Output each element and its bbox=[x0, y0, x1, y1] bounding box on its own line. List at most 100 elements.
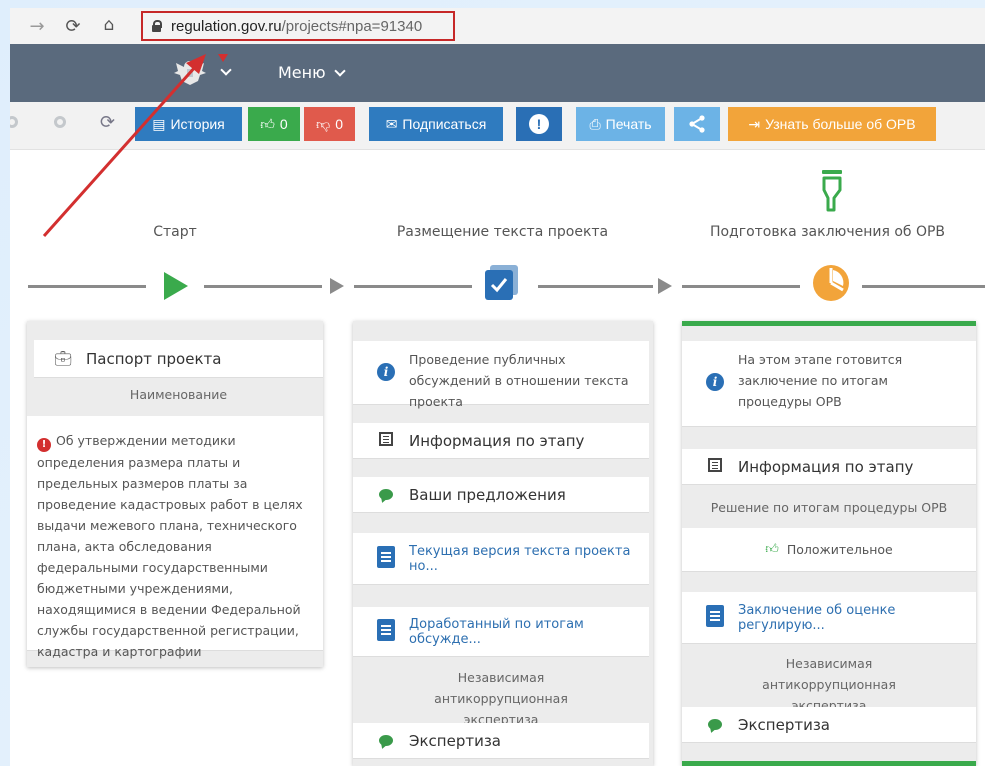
timeline-arrow bbox=[658, 278, 672, 294]
decision-caption: Решение по итогам процедуры ОРВ bbox=[710, 500, 948, 515]
info-icon: i bbox=[377, 363, 395, 381]
doc-revised-version-label: Доработанный по итогам обсужде... bbox=[409, 616, 584, 647]
document-icon bbox=[377, 618, 395, 641]
subscribe-envelope-icon: ✉ bbox=[385, 115, 398, 132]
expertise-label: Экспертиза bbox=[738, 715, 830, 734]
pie-chart-icon[interactable] bbox=[812, 264, 850, 302]
timeline-line bbox=[538, 285, 653, 288]
checkbox-document-icon[interactable] bbox=[485, 265, 519, 301]
menu-button[interactable]: Меню bbox=[278, 63, 346, 82]
print-label: Печать bbox=[605, 116, 652, 132]
dislike-count: 0 bbox=[335, 116, 343, 132]
timeline-line bbox=[28, 285, 146, 288]
project-description: Об утверждении методики определения разм… bbox=[37, 433, 303, 659]
document-icon bbox=[706, 604, 724, 627]
stage-title-orv-conclusion: Подготовка заключения об ОРВ bbox=[709, 224, 946, 240]
thumbs-up-icon: 👍︎ bbox=[260, 115, 275, 132]
learn-more-button[interactable]: ⇥ Узнать больше об ОРВ bbox=[728, 107, 936, 141]
proposals-link[interactable]: Ваши предложения bbox=[353, 477, 649, 513]
stage-info-text: На этом этапе готовится заключение по ит… bbox=[738, 352, 903, 409]
chevron-down-icon bbox=[333, 64, 346, 77]
sign-in-icon: ⇥ bbox=[748, 115, 761, 132]
history-button[interactable]: ▤ История bbox=[135, 107, 242, 141]
history-label: История bbox=[170, 116, 225, 132]
forward-circle-icon[interactable] bbox=[54, 116, 66, 128]
menu-label: Меню bbox=[278, 63, 326, 82]
print-button[interactable]: ⎙ Печать bbox=[576, 107, 665, 141]
stage-info-row: i Проведение публичных обсуждений в отно… bbox=[353, 341, 649, 409]
thumbs-down-icon: 👎︎ bbox=[315, 115, 331, 132]
card-bottom-bar bbox=[682, 761, 976, 766]
back-circle-icon[interactable] bbox=[10, 116, 18, 128]
reload-icon[interactable]: ⟳ bbox=[60, 13, 86, 39]
name-caption: Наименование bbox=[129, 387, 228, 402]
play-icon[interactable] bbox=[164, 272, 188, 300]
doc-conclusion-label: Заключение об оценке регулирую... bbox=[738, 602, 896, 633]
toolbar: ⟳ ▤ История 👍︎ 0 👎︎ 0 ✉ Подписаться ! ⎙ … bbox=[10, 102, 985, 150]
stage-info-text: Проведение публичных обсуждений в отноше… bbox=[409, 352, 629, 409]
alert-button[interactable]: ! bbox=[516, 107, 562, 141]
briefcase-icon: 💼︎ bbox=[54, 350, 72, 367]
address-bar: → ⟳ ⌂ regulation.gov.ru/projects#npa=913… bbox=[10, 8, 985, 44]
like-button[interactable]: 👍︎ 0 bbox=[248, 107, 300, 141]
site-header: Меню bbox=[10, 44, 985, 102]
share-button[interactable] bbox=[674, 107, 720, 141]
comment-icon bbox=[708, 719, 722, 730]
stage-info-label: Информация по этапу bbox=[409, 431, 585, 450]
list-icon bbox=[379, 432, 393, 446]
timeline-line bbox=[204, 285, 322, 288]
emblem-dropdown-icon[interactable] bbox=[220, 63, 232, 77]
expertise-label: Экспертиза bbox=[409, 731, 501, 750]
comment-icon bbox=[379, 489, 393, 500]
doc-current-version-label: Текущая версия текста проекта но... bbox=[409, 543, 631, 574]
home-icon[interactable]: ⌂ bbox=[96, 12, 122, 38]
anticorruption-caption: Независимая антикоррупционная экспертиза bbox=[434, 670, 568, 727]
stage-title-text-placement: Размещение текста проекта bbox=[396, 224, 609, 240]
stage-title-start: Старт bbox=[153, 224, 197, 240]
expertise-link[interactable]: Экспертиза bbox=[353, 723, 649, 759]
subscribe-label: Подписаться bbox=[402, 116, 487, 132]
thumbs-up-icon: 👍︎ bbox=[765, 542, 779, 557]
emblem-icon[interactable] bbox=[172, 57, 208, 87]
lock-icon bbox=[151, 20, 162, 32]
subscribe-button[interactable]: ✉ Подписаться bbox=[369, 107, 503, 141]
comment-icon bbox=[379, 735, 393, 746]
document-icon bbox=[377, 545, 395, 568]
doc-revised-version[interactable]: Доработанный по итогам обсужде... bbox=[353, 607, 649, 657]
refresh-icon[interactable]: ⟳ bbox=[100, 112, 115, 133]
passport-label: Паспорт проекта bbox=[86, 349, 222, 368]
description-row: ! Об утверждении методики определения раз… bbox=[27, 416, 323, 659]
timeline-line bbox=[682, 285, 800, 288]
positive-decision[interactable]: 👍︎ Положительное bbox=[682, 528, 976, 572]
doc-conclusion[interactable]: Заключение об оценке регулирую... bbox=[682, 592, 976, 644]
info-icon: i bbox=[706, 373, 724, 391]
like-count: 0 bbox=[279, 116, 288, 132]
url-path: /projects#npa=91340 bbox=[281, 17, 423, 35]
stage-info-row: i На этом этапе готовится заключение по … bbox=[682, 341, 976, 427]
card-start: 💼︎ Паспорт проекта Наименование ! Об утве… bbox=[27, 321, 323, 667]
forward-icon[interactable]: → bbox=[24, 13, 50, 39]
warning-icon: ! bbox=[37, 437, 51, 452]
learn-more-label: Узнать больше об ОРВ bbox=[765, 116, 916, 132]
url-host: regulation.gov.ru bbox=[171, 17, 282, 35]
doc-current-version[interactable]: Текущая версия текста проекта но... bbox=[353, 533, 649, 585]
proposals-label: Ваши предложения bbox=[409, 485, 566, 504]
marker-icon bbox=[218, 54, 228, 62]
stage-info-link[interactable]: Информация по этапу bbox=[353, 423, 649, 459]
printer-icon: ⎙ bbox=[589, 115, 601, 132]
exclamation-icon: ! bbox=[529, 114, 549, 134]
expertise-link[interactable]: Экспертиза bbox=[682, 707, 976, 743]
passport-row[interactable]: 💼︎ Паспорт проекта bbox=[34, 340, 323, 378]
timeline-line bbox=[354, 285, 472, 288]
url-field[interactable]: regulation.gov.ru/projects#npa=91340 bbox=[141, 11, 455, 41]
stage-info-label: Информация по этапу bbox=[738, 457, 914, 476]
dislike-button[interactable]: 👎︎ 0 bbox=[304, 107, 355, 141]
browser-window: → ⟳ ⌂ regulation.gov.ru/projects#npa=913… bbox=[10, 8, 985, 766]
card-orv-conclusion: i На этом этапе готовится заключение по … bbox=[682, 321, 976, 766]
card-text-placement: i Проведение публичных обсуждений в отно… bbox=[353, 321, 653, 766]
timeline-line bbox=[862, 285, 985, 288]
stage-info-link[interactable]: Информация по этапу bbox=[682, 449, 976, 485]
history-icon: ▤ bbox=[152, 115, 166, 132]
hand-pointer-icon bbox=[822, 170, 842, 212]
share-icon bbox=[689, 115, 705, 133]
